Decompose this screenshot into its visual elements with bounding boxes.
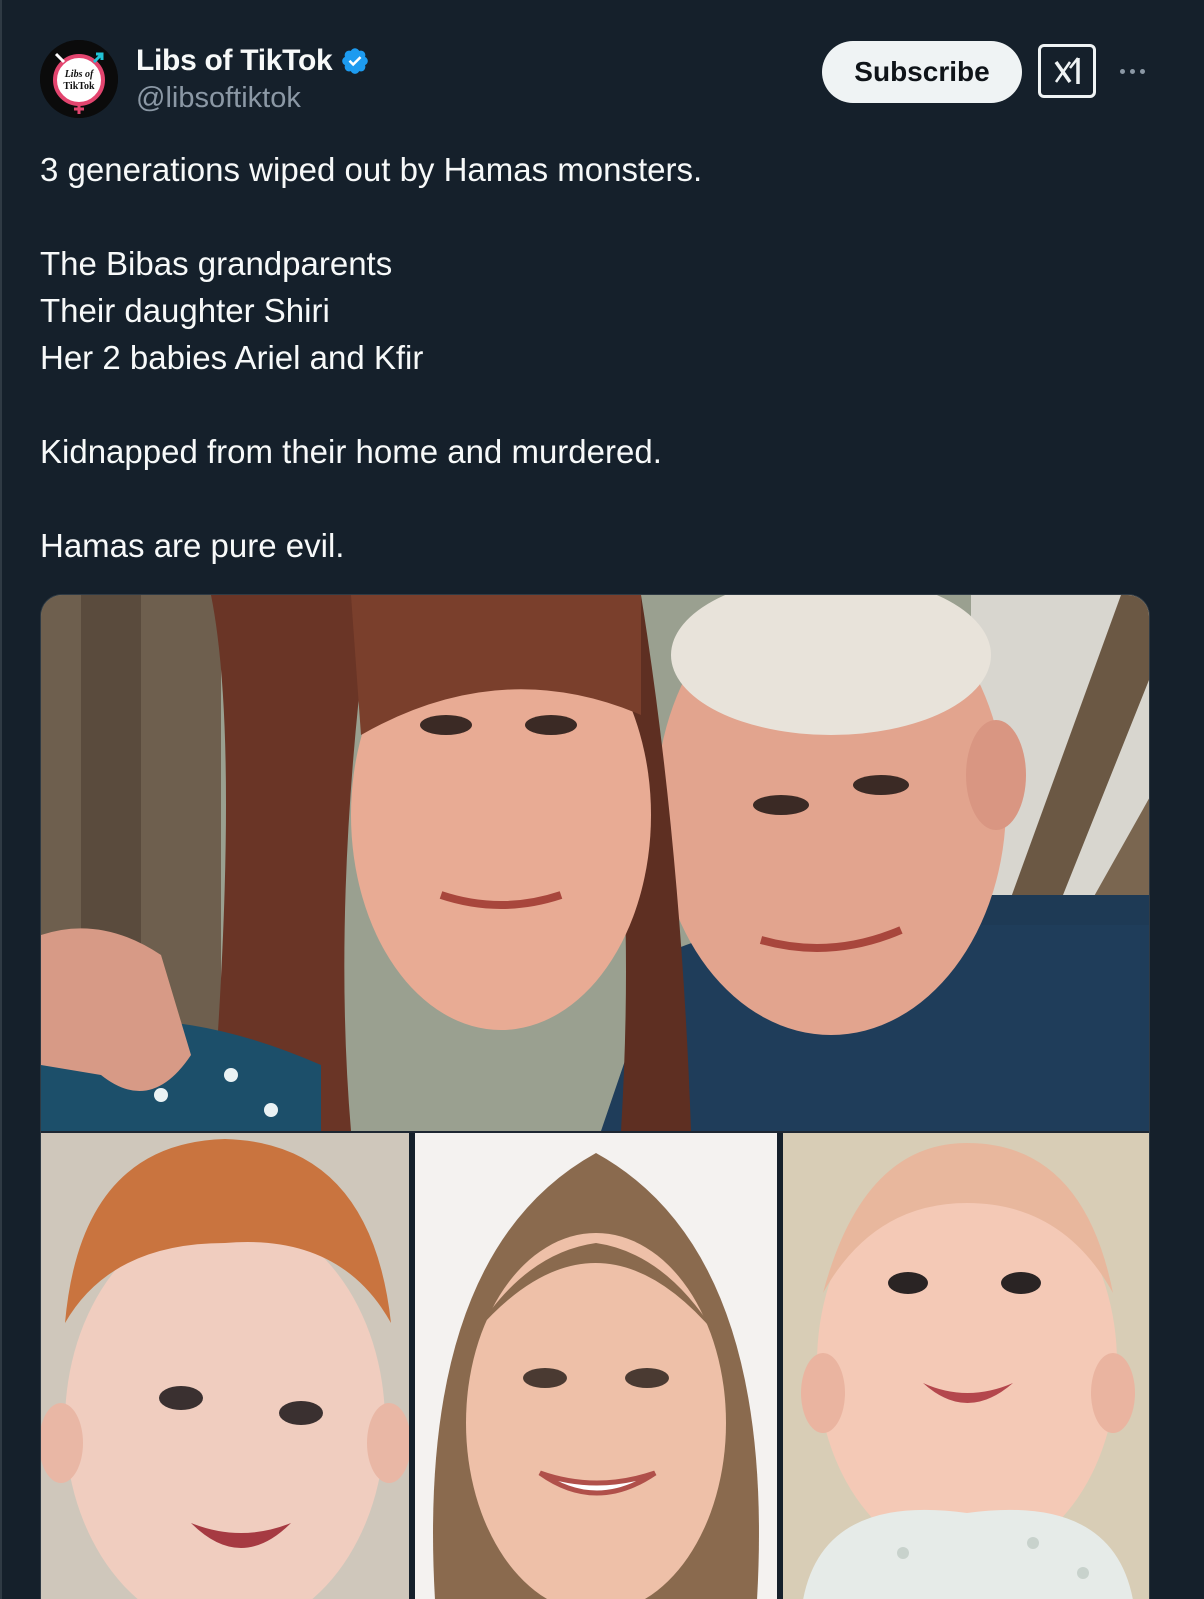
- author-name-row[interactable]: Libs of TikTok: [136, 44, 370, 78]
- more-options-icon[interactable]: [1114, 56, 1150, 86]
- tweet-line: Hamas are pure evil.: [40, 527, 345, 564]
- grandparents-photo[interactable]: [41, 595, 1149, 1131]
- avatar-text-1: Libs of: [64, 69, 95, 80]
- tweet-line: Her 2 babies Ariel and Kfir: [40, 339, 424, 376]
- dot: [1129, 68, 1135, 74]
- boy-photo[interactable]: [41, 1133, 409, 1599]
- baby-photo[interactable]: [783, 1133, 1149, 1599]
- tweet-line: Their daughter Shiri: [40, 292, 330, 329]
- grok-icon[interactable]: [1038, 44, 1096, 98]
- dot: [1119, 68, 1125, 74]
- verified-badge-icon[interactable]: [340, 46, 370, 76]
- author-avatar[interactable]: Libs of TikTok: [40, 40, 118, 118]
- subscribe-button[interactable]: Subscribe: [822, 41, 1022, 103]
- avatar-text-2: TikTok: [63, 81, 95, 92]
- tweet-line: Kidnapped from their home and murdered.: [40, 433, 662, 470]
- tweet-text: 3 generations wiped out by Hamas monster…: [40, 146, 1150, 569]
- tweet-line: 3 generations wiped out by Hamas monster…: [40, 151, 703, 188]
- tweet-media[interactable]: [40, 594, 1150, 1599]
- woman-photo[interactable]: [415, 1133, 777, 1599]
- tweet-card: Libs of TikTok Libs of TikTok @libsoftik…: [0, 0, 1204, 1599]
- dot: [1139, 68, 1145, 74]
- author-display-name[interactable]: Libs of TikTok: [136, 44, 333, 78]
- tweet-line: The Bibas grandparents: [40, 245, 393, 282]
- author-handle[interactable]: @libsoftiktok: [136, 82, 301, 115]
